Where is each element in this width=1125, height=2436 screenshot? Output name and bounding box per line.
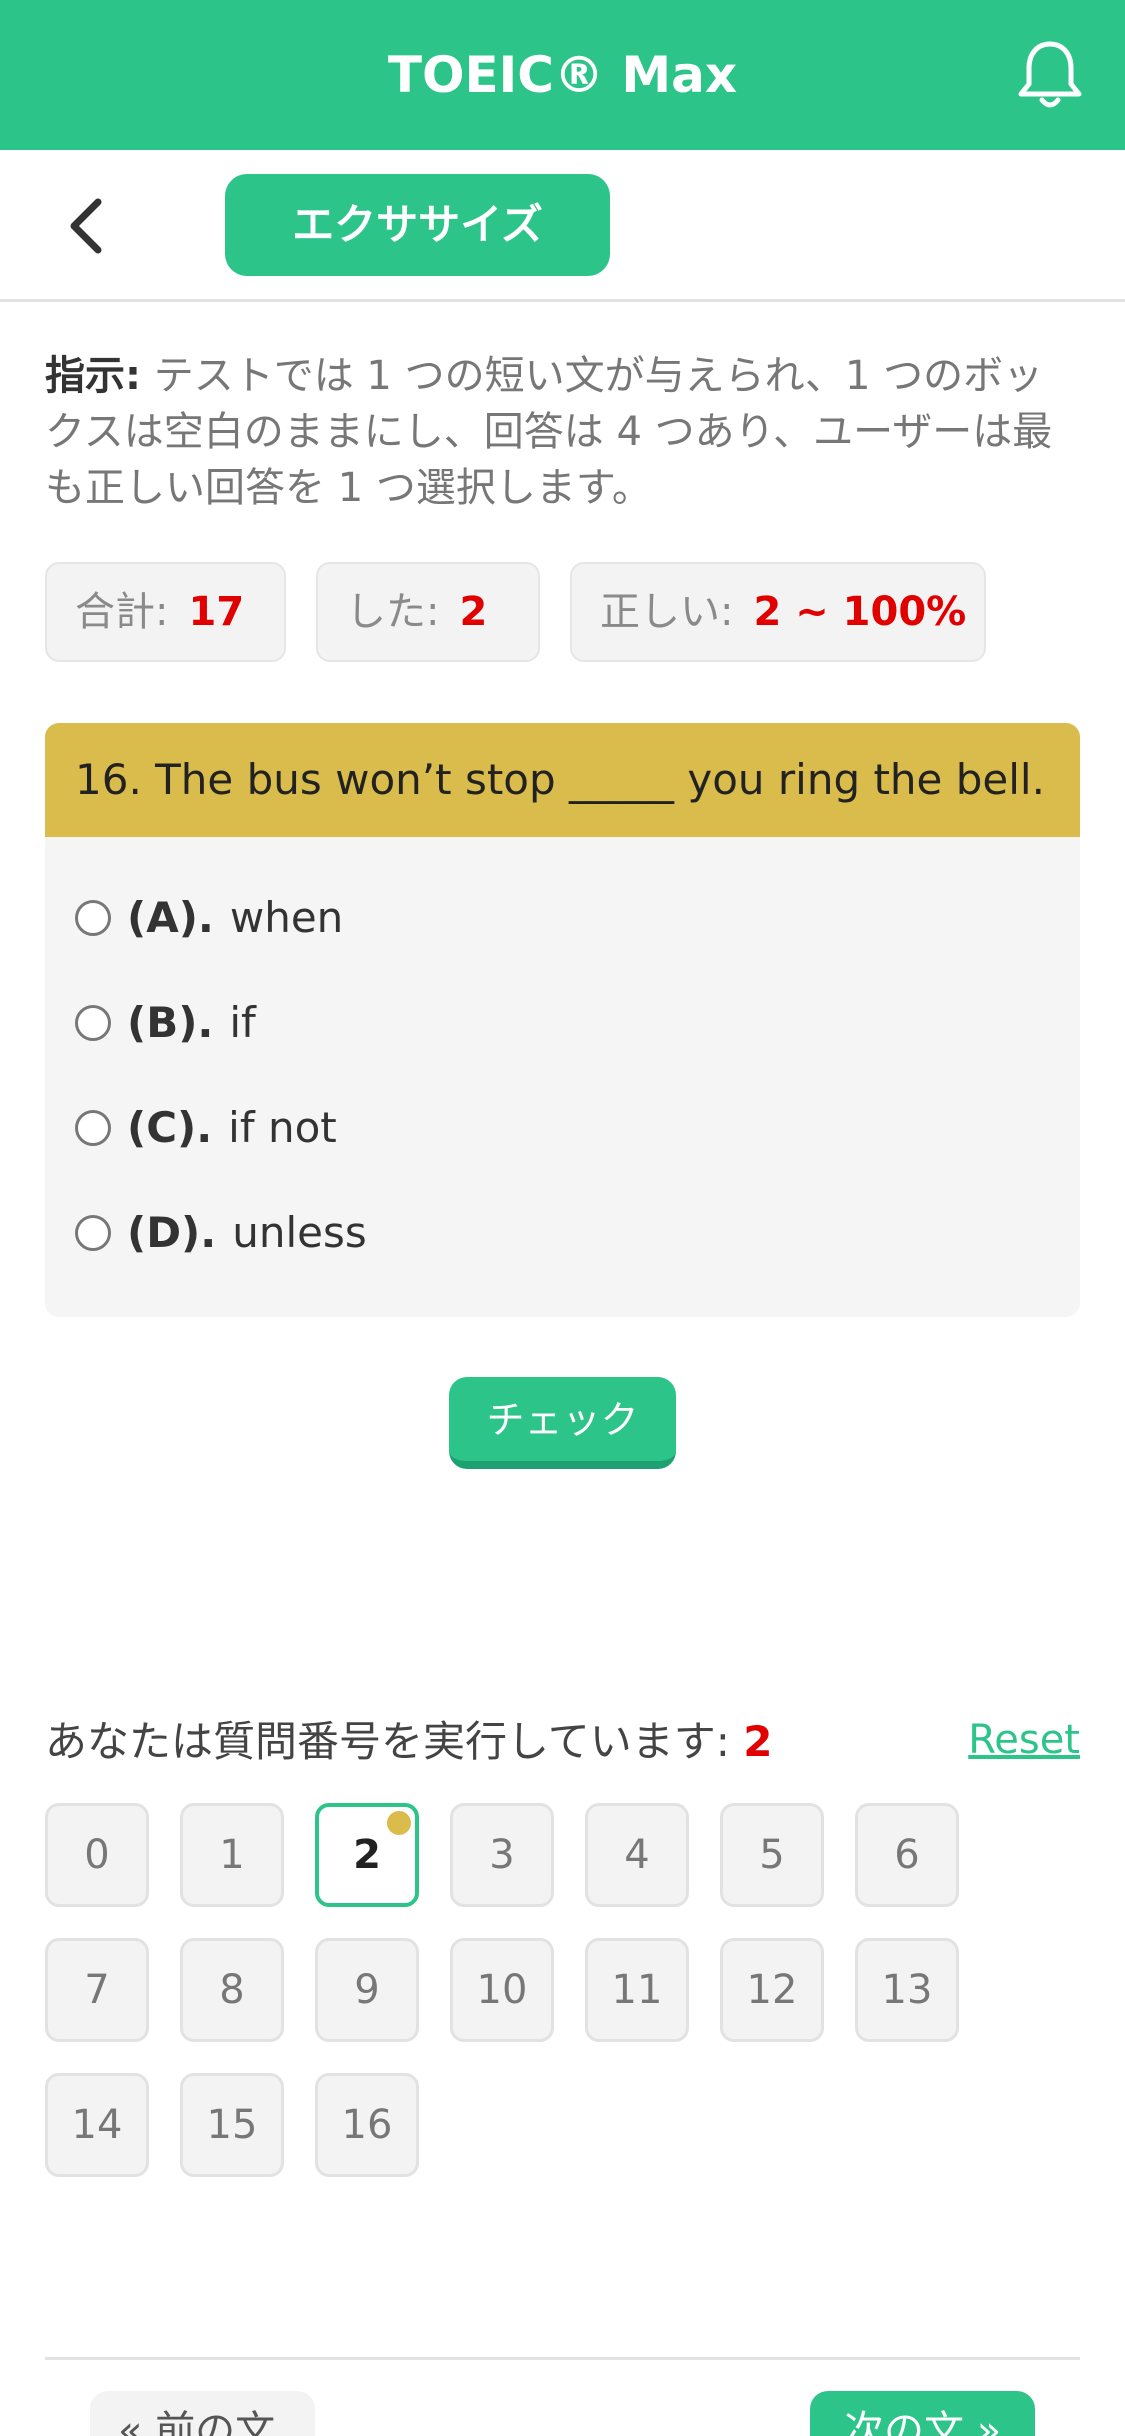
radio-button-icon[interactable] [75,1214,111,1251]
question-number-button[interactable]: 4 [585,1803,689,1907]
question-number-button[interactable]: 15 [180,2073,284,2177]
progress-label: あなたは質問番号を実行しています: 2 [45,1712,773,1772]
radio-button-icon[interactable] [75,1004,111,1041]
stat-correct-value: 2 ~ 100% [753,589,967,635]
option-letter: (D). [127,1208,217,1257]
question-number-button[interactable]: 10 [450,1938,554,2042]
reset-link[interactable]: Reset [968,1712,1080,1768]
sub-toolbar: エクササイズ [0,150,1125,302]
previous-sentence-button[interactable]: « 前の文 [90,2391,315,2436]
radio-button-icon[interactable] [75,1109,111,1146]
option-text: unless [232,1208,367,1257]
exercise-button[interactable]: エクササイズ [225,174,610,276]
stat-done-label: した: [346,589,440,635]
app-header: TOEIC® Max [0,0,1125,150]
option-letter: (B). [127,998,214,1047]
question-number-button[interactable]: 9 [315,1938,419,2042]
question-number-button[interactable]: 7 [45,1938,149,2042]
option-a[interactable]: (A). when [75,883,343,953]
stat-correct: 正しい: 2 ~ 100% [570,562,986,662]
question-card: 16. The bus won’t stop _____ you ring th… [45,723,1080,1317]
option-b[interactable]: (B). if [75,988,256,1058]
question-number-button[interactable]: 1 [180,1803,284,1907]
progress-text: あなたは質問番号を実行しています: [45,1717,730,1766]
instruction-label: 指示: [45,353,141,399]
option-letter: (A). [127,893,214,942]
check-button[interactable]: チェック [449,1377,676,1469]
option-d[interactable]: (D). unless [75,1198,367,1268]
next-sentence-button[interactable]: 次の文 » [810,2391,1035,2436]
question-number-button[interactable]: 3 [450,1803,554,1907]
question-number-button[interactable]: 6 [855,1803,959,1907]
option-text: when [229,893,344,942]
radio-button-icon[interactable] [75,899,111,936]
back-button[interactable] [58,194,122,258]
stat-total: 合計: 17 [45,562,286,662]
chevron-left-icon [70,198,102,254]
option-text: if not [228,1103,337,1152]
app-title: TOEIC® Max [387,46,738,104]
question-text: 16. The bus won’t stop _____ you ring th… [45,723,1080,837]
question-number-button[interactable]: 12 [720,1938,824,2042]
instruction-text: 指示: テストでは 1 つの短い文が与えられ、1 つのボックスは空白のままにし、… [45,348,1080,516]
footer-divider [45,2357,1080,2360]
stat-total-value: 17 [188,589,245,635]
question-number-button[interactable]: 14 [45,2073,149,2177]
question-number-button[interactable]: 8 [180,1938,284,2042]
stat-done-value: 2 [459,589,488,635]
bell-icon[interactable] [1015,38,1085,112]
question-number-button[interactable]: 13 [855,1938,959,2042]
stat-total-label: 合計: [75,589,169,635]
option-c[interactable]: (C). if not [75,1093,337,1163]
stat-correct-label: 正しい: [600,589,734,635]
current-marker-dot [387,1811,411,1835]
option-text: if [229,998,256,1047]
question-number-button[interactable]: 11 [585,1938,689,2042]
option-letter: (C). [127,1103,213,1152]
current-question-number: 2 [743,1717,773,1766]
question-number-button-active[interactable]: 2 [315,1803,419,1907]
question-number-button[interactable]: 0 [45,1803,149,1907]
question-number-button[interactable]: 5 [720,1803,824,1907]
instruction-body: テストでは 1 つの短い文が与えられ、1 つのボックスは空白のままにし、回答は … [45,353,1053,511]
question-number-label: 2 [353,1832,381,1878]
question-number-button[interactable]: 16 [315,2073,419,2177]
stat-done: した: 2 [316,562,540,662]
